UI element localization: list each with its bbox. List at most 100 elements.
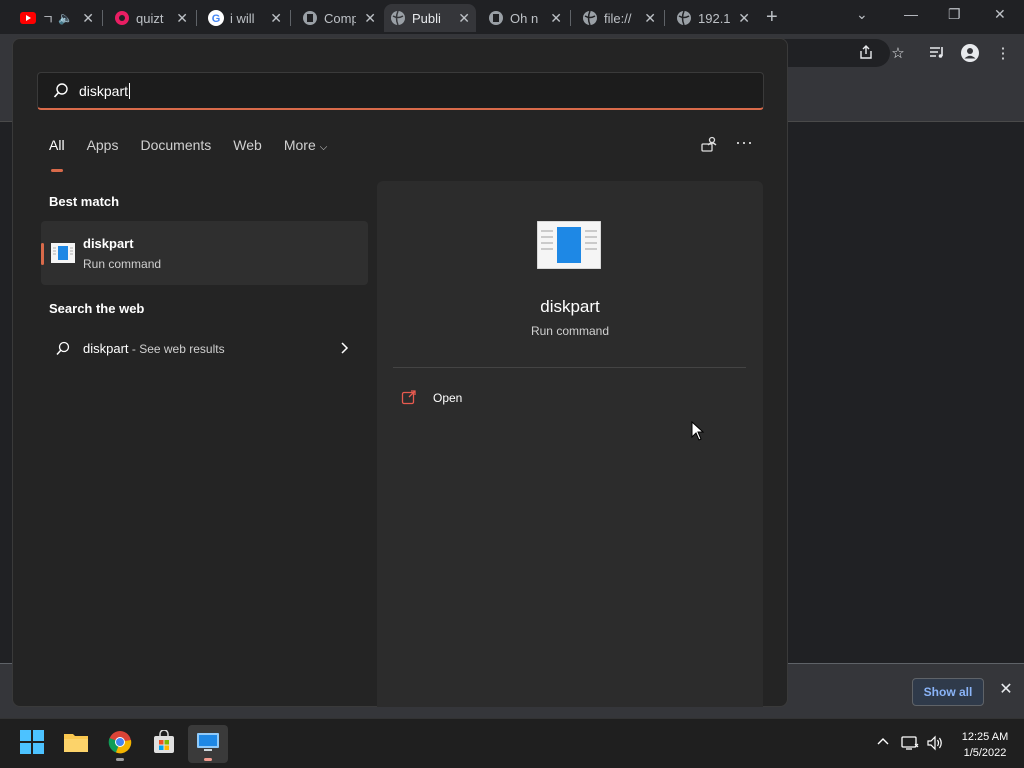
running-indicator <box>116 758 124 761</box>
start-button[interactable] <box>12 725 52 763</box>
start-search-panel: diskpart All Apps Documents Web More ⌵ ··… <box>12 38 788 707</box>
file-explorer-button[interactable] <box>56 725 96 763</box>
chevron-right-icon <box>337 341 351 355</box>
search-box[interactable]: diskpart <box>37 72 764 110</box>
close-icon[interactable]: ✕ <box>644 10 656 27</box>
diskpart-app-icon <box>51 243 75 263</box>
tab-all[interactable]: All <box>49 137 65 172</box>
open-icon <box>401 389 417 405</box>
result-subtitle: Run command <box>83 257 162 271</box>
svg-text:G: G <box>212 13 221 25</box>
close-icon[interactable]: ✕ <box>364 10 376 27</box>
browser-tab[interactable]: quizt ✕ <box>108 4 194 32</box>
best-match-result[interactable]: diskpart Run command <box>41 221 368 285</box>
chrome-icon <box>108 730 132 759</box>
result-title: diskpart <box>83 236 134 251</box>
tab-label: file:// <box>604 10 632 26</box>
tab-label: ㄱ <box>42 11 52 27</box>
best-match-heading: Best match <box>49 194 120 209</box>
tab-apps[interactable]: Apps <box>87 137 119 161</box>
search-filter-tabs: All Apps Documents Web More ⌵ <box>49 137 349 172</box>
show-all-button[interactable]: Show all <box>912 678 984 706</box>
diskpart-app-icon <box>536 220 602 270</box>
browser-tab[interactable]: 192.1 ✕ <box>670 4 756 32</box>
google-icon: G <box>208 10 224 26</box>
more-options-icon[interactable]: ··· <box>735 133 757 157</box>
open-label: Open <box>433 391 463 405</box>
tab-web[interactable]: Web <box>233 137 262 161</box>
quiz-icon <box>114 10 130 26</box>
globe-icon <box>676 10 692 26</box>
close-icon[interactable]: ✕ <box>270 10 282 27</box>
reading-list-icon[interactable] <box>928 44 946 62</box>
store-icon <box>152 728 176 759</box>
tab-more-label: More <box>283 137 316 153</box>
search-icon <box>55 341 71 357</box>
search-input[interactable]: diskpart <box>79 83 131 99</box>
result-preview-pane: diskpart Run command Open <box>377 181 763 707</box>
clock-time: 12:25 AM <box>961 731 1009 743</box>
profile-icon[interactable] <box>961 44 979 62</box>
tab-label: quizt <box>136 10 164 26</box>
open-action[interactable]: Open <box>401 387 601 409</box>
close-icon[interactable]: ✕ <box>82 10 94 27</box>
close-icon[interactable]: ✕ <box>176 10 188 27</box>
web-result-suffix: - See web results <box>128 342 225 356</box>
tab-label: Publi <box>412 10 441 26</box>
browser-tab[interactable]: ㄱ 🔈 ✕ <box>14 4 100 32</box>
close-icon[interactable]: ✕ <box>998 682 1014 698</box>
browser-tab-active[interactable]: Publi ✕ <box>384 4 476 32</box>
globe-icon <box>390 10 406 26</box>
browser-tab[interactable]: Oh n ✕ <box>482 4 568 32</box>
browser-tab-strip: ㄱ 🔈 ✕ quizt ✕ G i will ✕ Comp ✕ Publi ✕ <box>0 0 1024 34</box>
search-icon <box>52 82 70 100</box>
restore-button[interactable]: ❐ <box>948 6 961 23</box>
clock-date: 1/5/2022 <box>963 747 1007 759</box>
tab-documents[interactable]: Documents <box>140 137 211 161</box>
close-icon[interactable]: ✕ <box>550 10 562 27</box>
preview-subtitle: Run command <box>530 324 610 338</box>
browser-tab[interactable]: Comp ✕ <box>296 4 382 32</box>
menu-dots-icon[interactable]: ⋮ <box>994 44 1012 62</box>
share-icon[interactable] <box>857 44 875 62</box>
close-icon[interactable]: ✕ <box>458 10 470 27</box>
divider <box>393 367 746 368</box>
tab-label: 192.1 <box>698 10 730 26</box>
new-tab-button[interactable]: + <box>766 6 778 29</box>
selection-indicator <box>41 243 44 265</box>
chrome-button[interactable] <box>100 725 140 763</box>
close-icon[interactable]: ✕ <box>738 10 750 27</box>
site-icon <box>488 10 504 26</box>
speaker-icon: 🔈 <box>58 11 73 25</box>
running-indicator <box>204 758 212 761</box>
file-explorer-icon <box>63 731 89 758</box>
system-clock[interactable]: 12:25 AM 1/5/2022 <box>950 729 1020 761</box>
start-icon <box>20 729 44 759</box>
globe-icon <box>582 10 598 26</box>
store-button[interactable] <box>144 725 184 763</box>
chevron-up-icon[interactable] <box>874 735 892 753</box>
web-query: diskpart <box>83 341 129 356</box>
account-switch-icon[interactable] <box>699 135 721 157</box>
site-icon <box>302 10 318 26</box>
bookmark-star-icon[interactable]: ☆ <box>889 44 907 62</box>
preview-title: diskpart <box>540 297 600 316</box>
chevron-down-icon: ⌵ <box>319 142 328 153</box>
youtube-icon <box>20 10 36 26</box>
remote-desktop-icon <box>196 731 220 758</box>
web-result-text: diskpart - See web results <box>83 341 225 356</box>
browser-tab[interactable]: G i will ✕ <box>202 4 288 32</box>
tab-label: Comp <box>324 10 356 26</box>
close-window-button[interactable]: ✕ <box>994 6 1006 23</box>
minimize-button[interactable]: — <box>904 6 918 22</box>
mouse-cursor-icon <box>691 420 705 441</box>
remote-desktop-button[interactable] <box>188 725 228 763</box>
network-icon[interactable] <box>901 735 919 753</box>
tab-more[interactable]: More ⌵ <box>284 137 328 161</box>
browser-tab[interactable]: file:// ✕ <box>576 4 662 32</box>
web-search-result[interactable]: diskpart - See web results <box>41 331 368 367</box>
search-web-heading: Search the web <box>49 301 145 316</box>
volume-icon[interactable] <box>926 735 944 753</box>
tab-search-icon[interactable]: ⌄ <box>856 6 868 23</box>
taskbar: 12:25 AM 1/5/2022 <box>0 718 1024 768</box>
